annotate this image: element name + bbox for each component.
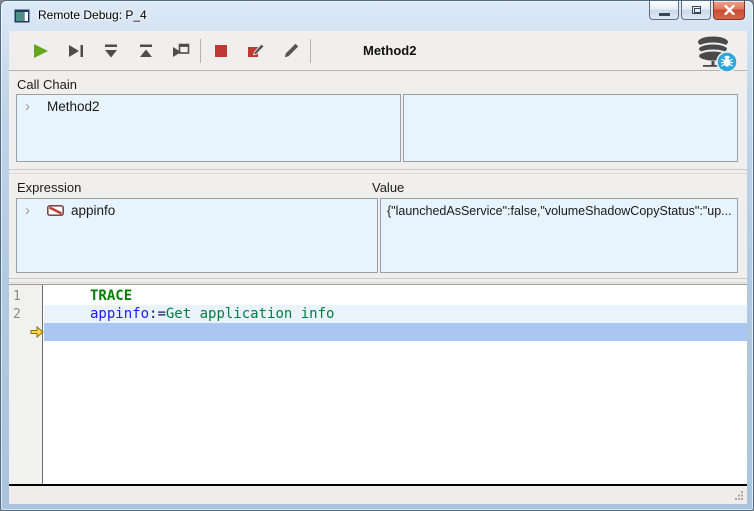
close-button[interactable]: [713, 1, 745, 20]
abort-and-edit-button[interactable]: [238, 37, 273, 65]
edit-button[interactable]: [273, 37, 308, 65]
client-area: Method2 Call Chain › Method2: [9, 31, 747, 504]
no-trace-button[interactable]: [23, 37, 58, 65]
close-icon: [724, 5, 735, 15]
minimize-button[interactable]: [649, 1, 679, 20]
step-into-process-icon: [172, 43, 190, 58]
caption-buttons: [647, 1, 745, 20]
call-chain-label: Call Chain: [17, 77, 77, 92]
abort-button[interactable]: [203, 37, 238, 65]
app-window-icon: [14, 9, 30, 23]
toolbar-separator: [310, 39, 311, 63]
chevron-right-icon[interactable]: ›: [25, 101, 35, 113]
line-number[interactable]: 2: [9, 305, 44, 323]
toolbar-separator: [200, 39, 201, 63]
title-bar[interactable]: Remote Debug: P_4: [1, 1, 753, 31]
maximize-button[interactable]: [681, 1, 711, 20]
resize-grip-icon[interactable]: [734, 490, 744, 500]
expression-label: Expression: [17, 180, 81, 195]
debug-toolbar: Method2: [9, 31, 747, 71]
code-editor[interactable]: 1 TRACE 2 appinfo:=Get application info: [9, 284, 747, 484]
database-debug-icon: [693, 35, 739, 75]
step-over-button[interactable]: [58, 37, 93, 65]
pencil-icon: [283, 43, 299, 58]
code-line-3-current[interactable]: [9, 323, 747, 341]
abort-icon: [214, 44, 228, 58]
chevron-right-icon[interactable]: ›: [25, 205, 35, 217]
execution-arrow-icon: [30, 326, 44, 338]
splitter-handle[interactable]: [9, 169, 747, 174]
call-chain-item-method2[interactable]: › Method2: [17, 95, 400, 114]
step-out-button[interactable]: [128, 37, 163, 65]
code-lines: 1 TRACE 2 appinfo:=Get application info: [9, 287, 747, 341]
object-type-icon: [47, 205, 64, 216]
expression-list[interactable]: › appinfo: [16, 198, 378, 273]
code-text[interactable]: [44, 323, 747, 341]
call-chain-item-label: Method2: [47, 99, 100, 114]
window-title: Remote Debug: P_4: [38, 8, 147, 22]
status-bar: [9, 486, 747, 504]
code-line-2[interactable]: 2 appinfo:=Get application info: [9, 305, 747, 323]
execution-pointer-cell[interactable]: [9, 323, 44, 341]
expression-row-appinfo[interactable]: › appinfo: [17, 199, 377, 218]
step-into-process-button[interactable]: [163, 37, 198, 65]
expression-value: {"launchedAsService":false,"volumeShadow…: [381, 199, 737, 218]
expression-name: appinfo: [71, 203, 115, 218]
play-icon: [32, 43, 50, 59]
minimize-icon: [659, 13, 670, 16]
step-into-button[interactable]: [93, 37, 128, 65]
step-into-icon: [103, 44, 119, 58]
code-text[interactable]: TRACE: [44, 287, 747, 305]
step-out-icon: [138, 44, 154, 58]
code-text[interactable]: appinfo:=Get application info: [44, 305, 747, 323]
maximize-icon: [692, 6, 701, 14]
value-list[interactable]: {"launchedAsService":false,"volumeShadow…: [380, 198, 738, 273]
current-method-label: Method2: [363, 43, 416, 58]
line-number[interactable]: 1: [9, 287, 44, 305]
value-label: Value: [372, 180, 404, 195]
step-over-icon: [68, 44, 84, 58]
splitter-handle[interactable]: [9, 278, 747, 283]
remote-debug-window: Remote Debug: P_4: [0, 0, 754, 511]
call-chain-detail-panel[interactable]: [403, 94, 738, 162]
abort-edit-icon: [247, 43, 265, 58]
call-chain-list[interactable]: › Method2: [16, 94, 401, 162]
code-line-1[interactable]: 1 TRACE: [9, 287, 747, 305]
